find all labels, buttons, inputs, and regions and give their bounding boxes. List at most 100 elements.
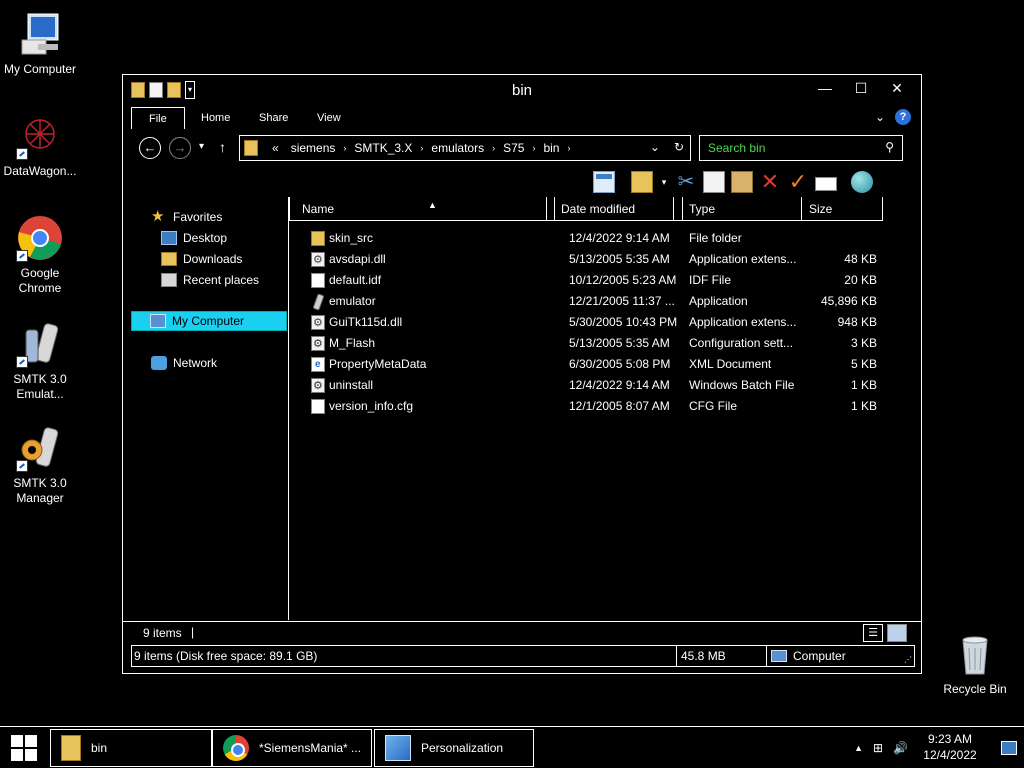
file-type: Configuration sett... [689, 336, 794, 350]
computer-icon [16, 10, 64, 58]
recent-locations-dropdown[interactable]: ▾ [199, 141, 204, 152]
column-header-type[interactable]: Type [682, 197, 802, 221]
copy-icon[interactable] [703, 171, 725, 193]
delete-icon[interactable]: ✕ [759, 171, 781, 193]
details-view-button[interactable] [863, 624, 883, 642]
desktop-icon-smtk-manager[interactable]: SMTK 3.0 Manager [0, 424, 80, 506]
breadcrumb-siemens[interactable]: siemens [285, 141, 342, 155]
breadcrumb-emulators[interactable]: emulators [425, 141, 490, 155]
cut-icon[interactable]: ✂ [675, 171, 697, 193]
start-button[interactable] [0, 727, 48, 768]
resize-grip[interactable]: ⋰ [904, 655, 912, 664]
title-bar[interactable]: ▾ bin — ☐ ✕ [123, 75, 921, 105]
up-button[interactable]: ↑ [219, 139, 226, 155]
column-header-size[interactable]: Size [803, 197, 883, 221]
taskbar-item-personalization[interactable]: Personalization [374, 729, 534, 767]
desktop-icon-recycle-bin[interactable]: Recycle Bin [935, 630, 1015, 697]
table-row[interactable]: PropertyMetaData 6/30/2005 5:08 PM XML D… [289, 354, 883, 375]
taskbar-item-explorer[interactable]: bin [50, 729, 212, 767]
chevron-down-icon[interactable]: ▾ [659, 171, 669, 193]
close-button[interactable]: ✕ [879, 77, 915, 99]
sidebar-item-favorites[interactable]: ★ Favorites [151, 207, 222, 227]
volume-icon[interactable]: 🔊 [893, 741, 908, 755]
breadcrumb-s75[interactable]: S75 [497, 141, 530, 155]
table-row[interactable]: uninstall 12/4/2022 9:14 AM Windows Batc… [289, 375, 883, 397]
rename-icon[interactable] [815, 177, 837, 191]
tab-file[interactable]: File [131, 107, 185, 129]
file-size: 5 KB [850, 357, 877, 371]
sidebar-item-my-computer[interactable]: My Computer [131, 311, 287, 331]
large-icons-view-button[interactable] [887, 624, 907, 642]
address-bar[interactable]: « siemens › SMTK_3.X › emulators › S75 ›… [239, 135, 691, 161]
personalization-icon [385, 735, 411, 761]
minimize-button[interactable]: — [807, 77, 843, 99]
column-header-date[interactable]: Date modified [554, 197, 674, 221]
properties-folder-icon[interactable] [631, 171, 653, 193]
clock-time: 9:23 AM [927, 732, 973, 746]
chevron-right-icon[interactable]: › [530, 143, 537, 153]
refresh-icon[interactable]: ↻ [674, 140, 684, 154]
chevron-down-icon[interactable]: ⌄ [650, 140, 660, 154]
desktop-icon-my-computer[interactable]: My Computer [0, 10, 80, 77]
sidebar-item-recent-places[interactable]: Recent places [161, 270, 259, 290]
expand-ribbon-icon[interactable]: ⌄ [875, 110, 885, 124]
forward-button[interactable]: → [169, 137, 191, 159]
notifications-button[interactable] [994, 727, 1024, 768]
table-row[interactable]: GuiTk115d.dll 5/30/2005 10:43 PM Applica… [289, 312, 883, 334]
sidebar-item-downloads[interactable]: Downloads [161, 249, 242, 269]
file-name: uninstall [329, 378, 374, 392]
taskbar: bin *SiemensMania* ... Personalization ▲… [0, 726, 1024, 768]
system-clock[interactable]: 9:23 AM 12/4/2022 [920, 731, 980, 763]
column-header-label: Name [302, 202, 335, 216]
breadcrumb-smtk[interactable]: SMTK_3.X [348, 141, 418, 155]
file-type: Application [689, 294, 748, 308]
file-date: 5/30/2005 10:43 PM [569, 315, 678, 329]
tab-view[interactable]: View [305, 107, 353, 129]
help-icon[interactable]: ? [895, 109, 911, 125]
search-input[interactable]: Search bin ⚲ [699, 135, 903, 161]
shortcut-arrow-icon [16, 250, 28, 262]
chevron-right-icon[interactable]: › [490, 143, 497, 153]
desktop-icon-datawagon[interactable]: DataWagon... [0, 112, 80, 179]
file-size: 1 KB [850, 399, 877, 413]
table-row[interactable]: default.idf 10/12/2005 5:23 AM IDF File … [289, 270, 883, 291]
chevron-right-icon[interactable]: › [341, 143, 348, 153]
desktop-icon-google-chrome[interactable]: Google Chrome [0, 214, 80, 296]
file-type: Windows Batch File [689, 378, 795, 392]
show-hidden-icons-icon[interactable]: ▲ [854, 743, 863, 753]
breadcrumb-bin[interactable]: bin [537, 141, 565, 155]
sidebar-item-desktop[interactable]: Desktop [161, 228, 227, 248]
desktop-icon [161, 231, 177, 245]
taskbar-item-chrome[interactable]: *SiemensMania* ... [212, 729, 372, 767]
column-header-name[interactable]: Name ▲ [289, 197, 547, 221]
desktop-icon-smtk-emulator[interactable]: SMTK 3.0 Emulat... [0, 320, 80, 402]
back-button[interactable]: ← [139, 137, 161, 159]
tab-home[interactable]: Home [189, 107, 242, 129]
table-row[interactable]: version_info.cfg 12/1/2005 8:07 AM CFG F… [289, 396, 883, 417]
table-row[interactable]: M_Flash 5/13/2005 5:35 AM Configuration … [289, 333, 883, 355]
file-name: M_Flash [329, 336, 376, 350]
chevron-right-icon[interactable]: › [565, 143, 572, 153]
chevron-right-icon[interactable]: › [418, 143, 425, 153]
tab-share[interactable]: Share [247, 107, 300, 129]
maximize-button[interactable]: ☐ [843, 77, 879, 99]
paste-icon[interactable] [731, 171, 753, 193]
globe-icon[interactable] [851, 171, 873, 193]
table-row[interactable]: skin_src 12/4/2022 9:14 AM File folder [289, 228, 883, 249]
address-prefix[interactable]: « [266, 141, 285, 155]
location-label: Computer [793, 649, 846, 663]
search-icon[interactable]: ⚲ [885, 140, 894, 154]
file-list-header: Name ▲ Date modified Type Size [289, 197, 883, 221]
layout-icon[interactable] [593, 171, 615, 193]
generic-file-icon [311, 273, 325, 288]
table-row[interactable]: avsdapi.dll 5/13/2005 5:35 AM Applicatio… [289, 249, 883, 271]
checkmark-icon[interactable]: ✓ [787, 171, 809, 193]
datawagon-icon [16, 112, 64, 160]
table-row[interactable]: emulator 12/21/2005 11:37 ... Applicatio… [289, 291, 883, 312]
sidebar-item-network[interactable]: Network [151, 353, 217, 373]
star-icon: ★ [151, 208, 165, 225]
network-icon[interactable]: ⊞ [873, 741, 883, 755]
windows-logo-icon [11, 735, 37, 761]
shortcut-arrow-icon [16, 460, 28, 472]
system-tray: ▲ ⊞ 🔊 [854, 727, 908, 768]
